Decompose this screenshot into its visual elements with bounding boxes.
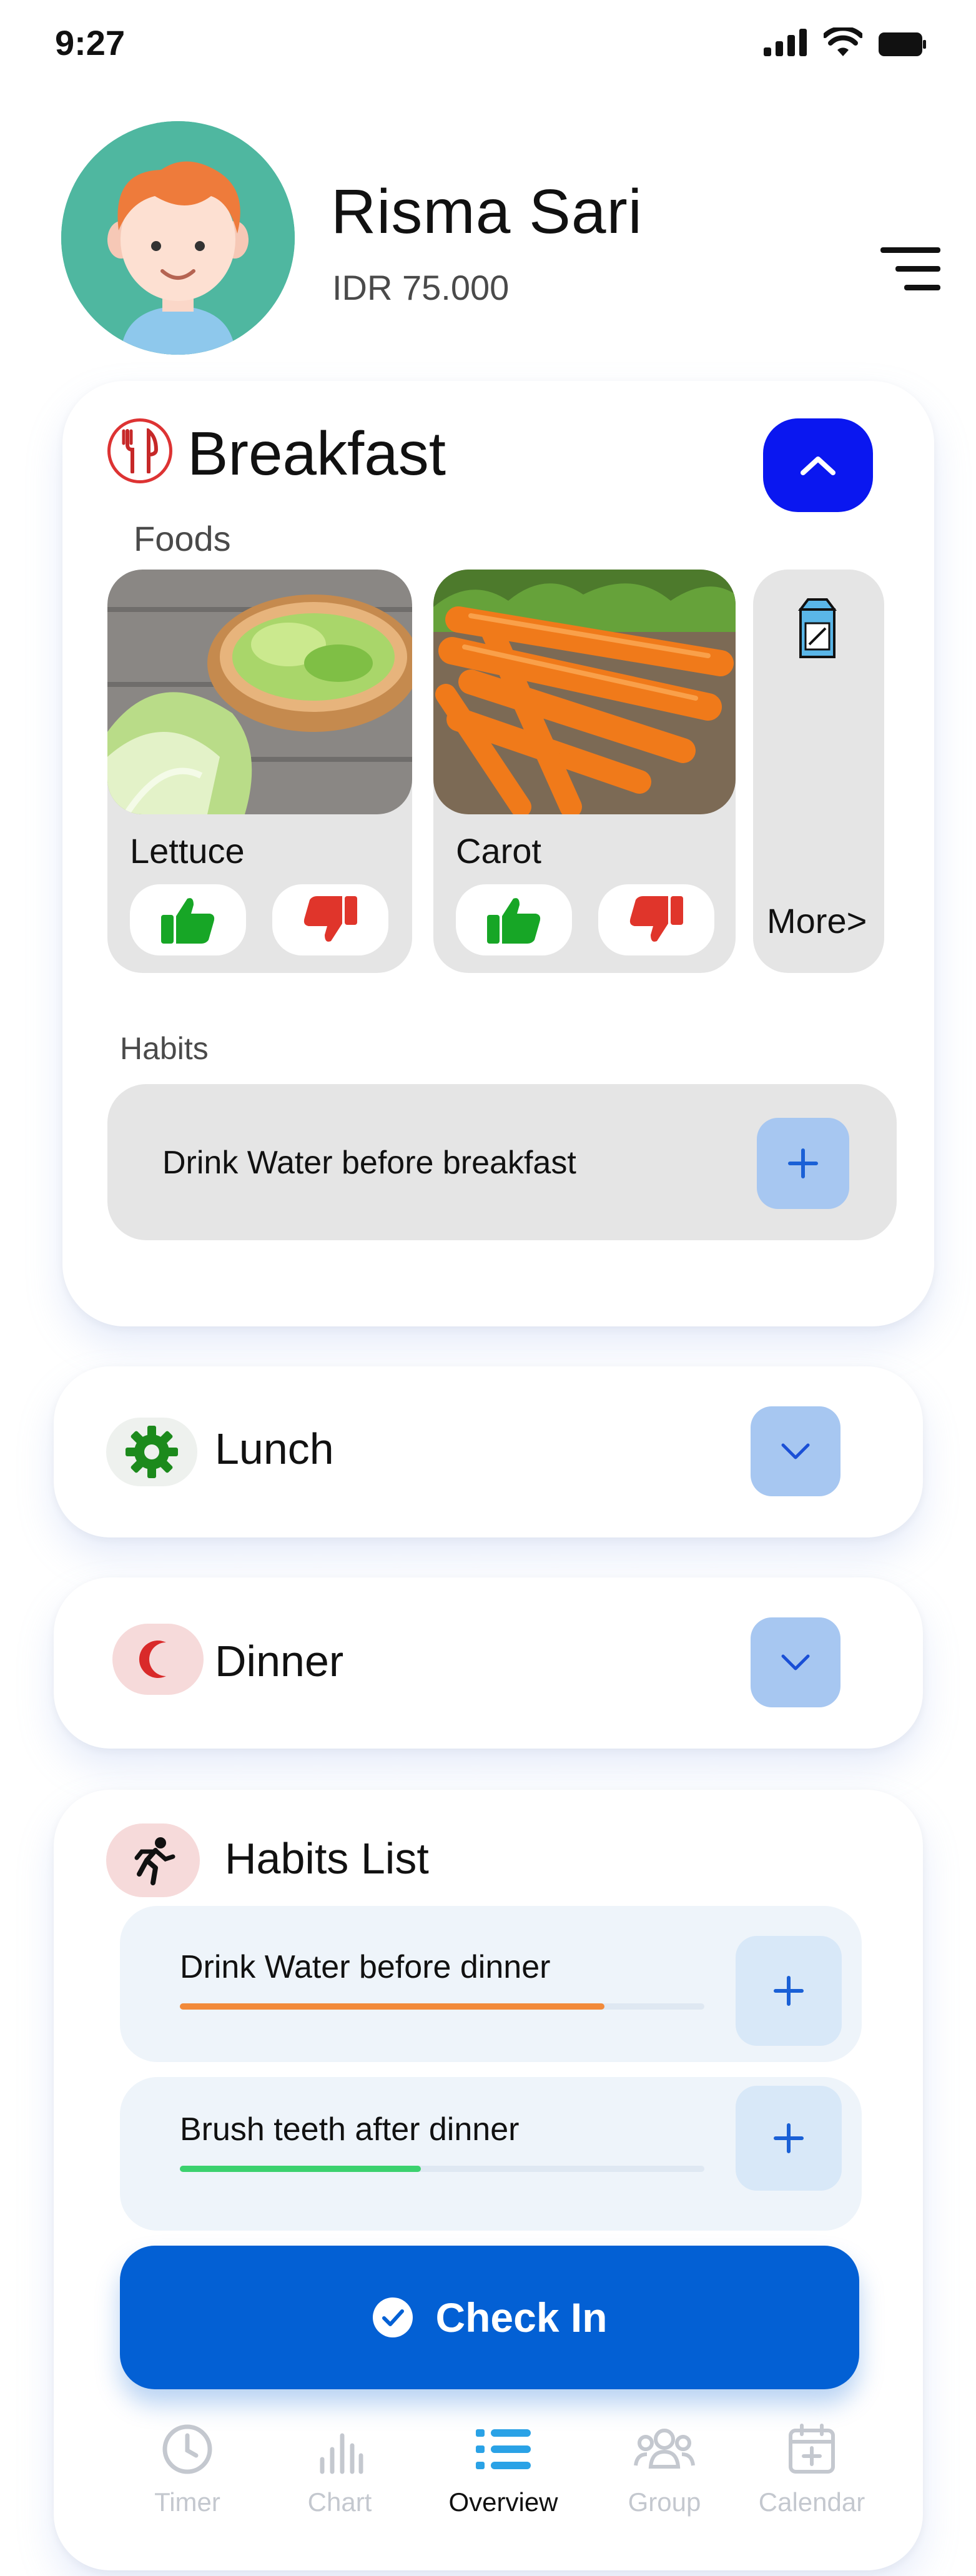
habit-progress-track bbox=[180, 2003, 704, 2010]
running-person-icon bbox=[106, 1823, 200, 1897]
nav-label: Overview bbox=[448, 2487, 558, 2517]
chevron-down-icon bbox=[781, 1443, 810, 1459]
like-button[interactable] bbox=[456, 884, 572, 955]
nav-chart[interactable]: Chart bbox=[277, 2423, 402, 2517]
add-habit-button[interactable] bbox=[757, 1118, 849, 1209]
like-button[interactable] bbox=[130, 884, 246, 955]
avatar-illustration bbox=[61, 121, 295, 355]
dinner-title: Dinner bbox=[215, 1637, 344, 1685]
nav-group[interactable]: Group bbox=[602, 2423, 727, 2517]
dislike-button[interactable] bbox=[598, 884, 714, 955]
thumbs-down-icon bbox=[629, 896, 683, 942]
cutlery-icon bbox=[107, 418, 172, 483]
collapse-breakfast-button[interactable] bbox=[763, 418, 873, 512]
thumbs-up-icon bbox=[161, 898, 215, 944]
nav-label: Calendar bbox=[758, 2487, 865, 2517]
milk-carton-icon bbox=[798, 598, 837, 658]
nav-overview[interactable]: Overview bbox=[441, 2423, 566, 2517]
expand-lunch-button[interactable] bbox=[751, 1406, 840, 1496]
battery-icon bbox=[879, 32, 926, 56]
habit-row: Drink Water before dinner bbox=[120, 1906, 862, 2062]
thumbs-down-icon bbox=[303, 896, 357, 942]
nav-label: Group bbox=[628, 2487, 701, 2517]
foods-label: Foods bbox=[134, 519, 231, 558]
food-card-lettuce[interactable]: Lettuce bbox=[107, 570, 412, 973]
breakfast-habit: Drink Water before breakfast bbox=[107, 1084, 897, 1240]
wifi-icon bbox=[824, 27, 862, 56]
habit-row: Brush teeth after dinner bbox=[120, 2077, 862, 2231]
habits-list-title: Habits List bbox=[225, 1834, 429, 1883]
check-circle-icon bbox=[373, 2297, 413, 2337]
add-habit-button[interactable] bbox=[736, 1936, 842, 2046]
avatar[interactable] bbox=[61, 121, 295, 355]
plus-icon bbox=[788, 1148, 818, 1178]
habit-progress-fill bbox=[180, 2166, 421, 2172]
status-icons bbox=[764, 27, 926, 56]
user-balance: IDR 75.000 bbox=[332, 268, 510, 307]
food-card-carot[interactable]: Carot bbox=[433, 570, 736, 973]
nav-label: Chart bbox=[307, 2487, 372, 2517]
lunch-title: Lunch bbox=[215, 1424, 334, 1473]
lettuce-image bbox=[107, 570, 412, 814]
group-icon bbox=[634, 2429, 695, 2469]
habit-progress-track bbox=[180, 2166, 704, 2172]
clock-icon bbox=[162, 2424, 212, 2474]
nav-label: Timer bbox=[154, 2487, 220, 2517]
thumbs-up-icon bbox=[487, 898, 541, 944]
plus-icon bbox=[774, 1976, 804, 2006]
chevron-up-icon bbox=[801, 456, 836, 475]
habit-progress-fill bbox=[180, 2003, 605, 2010]
habit-label: Brush teeth after dinner bbox=[180, 2111, 520, 2148]
more-foods-card[interactable]: More> bbox=[753, 570, 884, 973]
expand-dinner-button[interactable] bbox=[751, 1617, 840, 1707]
carot-image bbox=[433, 570, 736, 814]
check-in-button[interactable]: Check In bbox=[120, 2246, 859, 2389]
breakfast-card: Breakfast Foods Lettuce Carot More> Habi… bbox=[62, 381, 934, 1326]
bottom-nav: Timer Chart Overview Group Calendar bbox=[125, 2423, 865, 2548]
check-in-label: Check In bbox=[435, 2294, 608, 2341]
gear-icon bbox=[106, 1418, 197, 1486]
more-label: More> bbox=[767, 901, 867, 940]
plus-icon bbox=[774, 2123, 804, 2153]
list-icon bbox=[476, 2429, 531, 2469]
food-name: Lettuce bbox=[130, 831, 245, 871]
dinner-card[interactable]: Dinner bbox=[54, 1577, 923, 1749]
food-name: Carot bbox=[456, 831, 541, 871]
lunch-card[interactable]: Lunch bbox=[54, 1366, 923, 1537]
habit-label: Drink Water before breakfast bbox=[162, 1145, 576, 1181]
bar-chart-icon bbox=[320, 2433, 363, 2474]
signal-icon bbox=[764, 29, 807, 56]
breakfast-title: Breakfast bbox=[187, 419, 446, 488]
nav-timer[interactable]: Timer bbox=[125, 2423, 250, 2517]
habits-label: Habits bbox=[120, 1031, 209, 1066]
user-name: Risma Sari bbox=[331, 177, 643, 247]
nav-calendar[interactable]: Calendar bbox=[749, 2423, 874, 2517]
menu-icon[interactable] bbox=[880, 247, 940, 291]
add-habit-button[interactable] bbox=[736, 2086, 842, 2191]
chevron-down-icon bbox=[781, 1654, 810, 1670]
dislike-button[interactable] bbox=[272, 884, 388, 955]
habit-label: Drink Water before dinner bbox=[180, 1949, 551, 1985]
status-time: 9:27 bbox=[55, 23, 126, 62]
calendar-icon bbox=[789, 2424, 835, 2474]
crescent-moon-icon bbox=[112, 1624, 204, 1695]
